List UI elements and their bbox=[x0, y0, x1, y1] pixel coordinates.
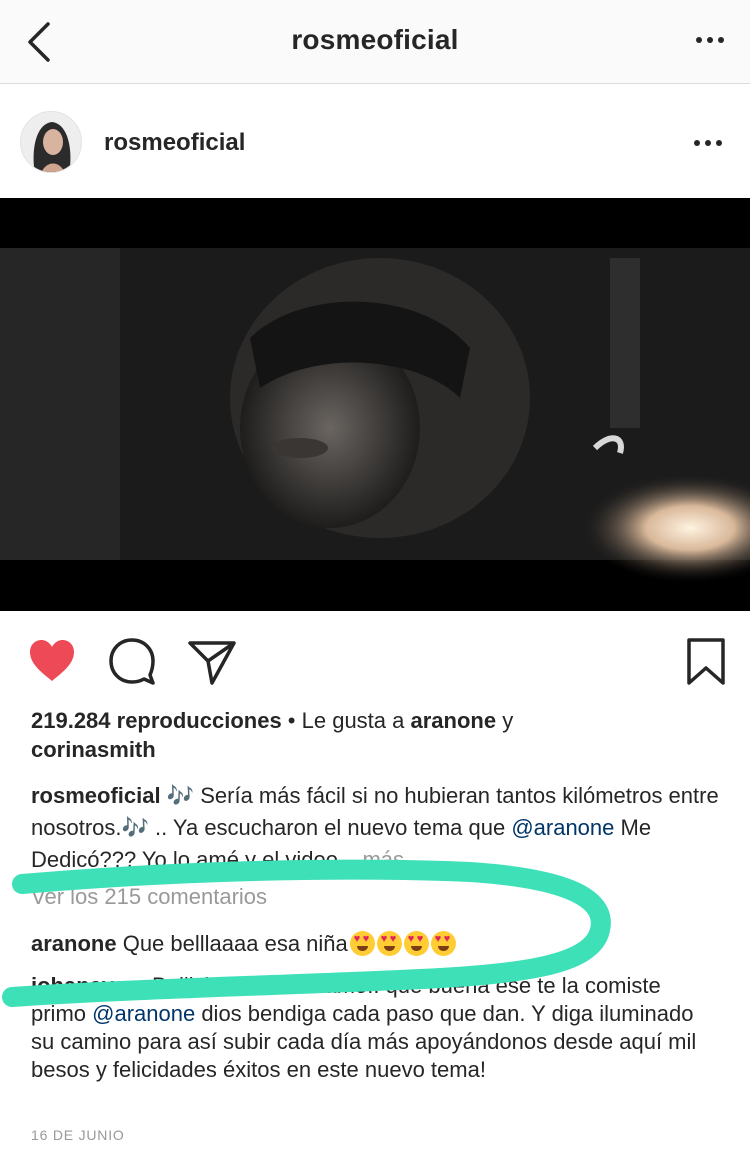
video-player[interactable] bbox=[0, 198, 750, 611]
view-count[interactable]: 219.284 reproducciones bbox=[31, 708, 282, 733]
comment-username[interactable]: johanavam bbox=[31, 973, 146, 998]
post-caption: rosmeoficial 🎶 Sería más fácil si no hub… bbox=[31, 780, 721, 876]
heart-eyes-emoji-icon bbox=[403, 931, 429, 956]
comment-item: aranone Que belllaaaa esa niña bbox=[31, 928, 721, 960]
separator: • bbox=[281, 708, 302, 733]
comment-text: Que belllaaaa esa niña bbox=[116, 931, 348, 956]
heart-eyes-emoji-icon bbox=[349, 931, 375, 956]
post-header: rosmeoficial bbox=[0, 85, 750, 198]
send-icon[interactable] bbox=[186, 635, 238, 687]
heart-filled-icon[interactable] bbox=[26, 635, 78, 687]
comment-icon[interactable] bbox=[106, 635, 158, 687]
liked-by-user-2[interactable]: corinasmith bbox=[31, 737, 156, 762]
comment-username[interactable]: aranone bbox=[31, 931, 117, 956]
avatar[interactable] bbox=[20, 111, 82, 173]
page-title: rosmeoficial bbox=[291, 24, 459, 55]
more-horizontal-icon[interactable] bbox=[694, 28, 726, 52]
view-all-comments-link[interactable]: Ver los 215 comentarios bbox=[31, 884, 267, 910]
caption-more-link[interactable]: más bbox=[362, 847, 404, 872]
liked-by-label: Le gusta a bbox=[301, 708, 411, 733]
conjunction: y bbox=[496, 708, 514, 733]
post-date: 16 DE JUNIO bbox=[31, 1127, 125, 1143]
heart-eyes-emoji-icon bbox=[376, 931, 402, 956]
heart-eyes-emoji-icon bbox=[430, 931, 456, 956]
caption-mention[interactable]: @aranone bbox=[511, 815, 614, 840]
comment-item: johanavam Bellisimossss los amo.. qué bu… bbox=[31, 972, 721, 1084]
navigation-bar: rosmeoficial bbox=[0, 0, 750, 84]
liked-by-user[interactable]: aranone bbox=[411, 708, 497, 733]
bookmark-icon[interactable] bbox=[680, 635, 732, 687]
likes-summary: 219.284 reproducciones • Le gusta a aran… bbox=[31, 706, 721, 764]
more-options-icon[interactable] bbox=[692, 131, 724, 155]
action-bar bbox=[0, 611, 750, 706]
post-username[interactable]: rosmeoficial bbox=[104, 129, 245, 157]
comment-mention[interactable]: @aranone bbox=[92, 1001, 195, 1026]
caption-username[interactable]: rosmeoficial bbox=[31, 783, 161, 808]
